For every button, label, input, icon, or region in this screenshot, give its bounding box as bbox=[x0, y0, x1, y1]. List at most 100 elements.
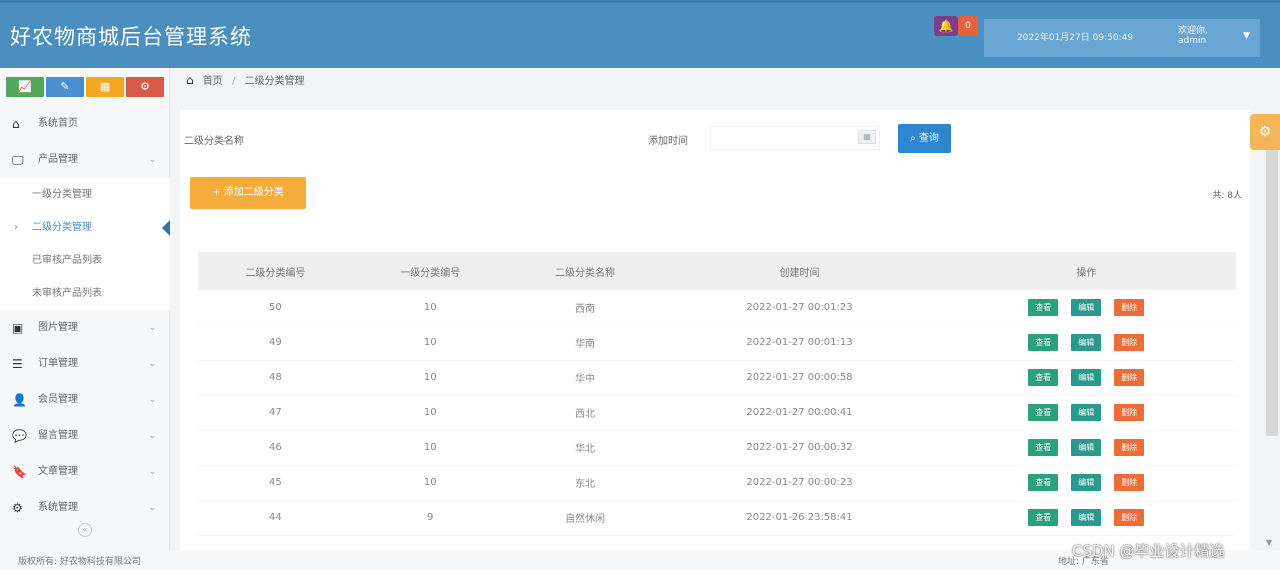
sidebar-subitem-approved[interactable]: 已审核产品列表 bbox=[0, 244, 170, 277]
column-header: 二级分类编号 bbox=[198, 252, 353, 290]
delete-button[interactable]: 删除 bbox=[1114, 439, 1145, 456]
table-header-row: 二级分类编号 一级分类编号 二级分类名称 创建时间 操作 bbox=[198, 252, 1236, 290]
table-row: 49 10 华南 2022-01-27 00:01:13 查看 编辑 删除 bbox=[198, 325, 1236, 361]
bell-icon[interactable]: 🔔 bbox=[934, 16, 958, 36]
view-button[interactable]: 查看 bbox=[1028, 439, 1059, 456]
table-row: 46 10 华北 2022-01-27 00:00:32 查看 编辑 删除 bbox=[198, 430, 1236, 466]
sidebar-item-articles[interactable]: 🔖 文章管理 ⌄ bbox=[0, 454, 170, 490]
view-button[interactable]: 查看 bbox=[1028, 369, 1059, 386]
view-button[interactable]: 查看 bbox=[1028, 474, 1059, 491]
delete-button[interactable]: 删除 bbox=[1114, 298, 1145, 316]
sidebar-item-label: 系统管理 bbox=[38, 502, 78, 513]
sidebar-item-orders[interactable]: ☰ 订单管理 ⌄ bbox=[0, 346, 170, 382]
delete-button[interactable]: 删除 bbox=[1114, 369, 1145, 386]
table-cell: 2022-01-27 00:00:32 bbox=[662, 430, 937, 466]
sidebar-item-label: 未审核产品列表 bbox=[32, 288, 102, 299]
table-cell: 10 bbox=[352, 430, 508, 466]
sidebar-subitem-level2[interactable]: › 二级分类管理 bbox=[0, 211, 170, 244]
sidebar-item-label: 已审核产品列表 bbox=[32, 255, 102, 266]
pencil-icon[interactable]: ✎ bbox=[46, 77, 84, 97]
delete-button[interactable]: 删除 bbox=[1114, 404, 1145, 421]
chart-icon[interactable]: 📈 bbox=[6, 77, 44, 97]
table-cell: 10 bbox=[352, 360, 508, 396]
table-cell: 47 bbox=[198, 395, 353, 431]
chevron-down-icon: ⌄ bbox=[148, 503, 156, 513]
chevron-down-icon: ⌄ bbox=[148, 323, 156, 333]
breadcrumb-home[interactable]: 首页 bbox=[203, 76, 223, 87]
sidebar-item-members[interactable]: 👤 会员管理 ⌄ bbox=[0, 382, 170, 418]
breadcrumb-current: 二级分类管理 bbox=[244, 76, 305, 87]
table-row: 45 10 东北 2022-01-27 00:00:23 查看 编辑 删除 bbox=[198, 465, 1236, 501]
shortcut-bar: 📈 ✎ ▦ ⚙ bbox=[6, 77, 166, 97]
calendar-icon[interactable]: ▦ bbox=[858, 130, 876, 144]
table-row: 47 10 西北 2022-01-27 00:00:41 查看 编辑 删除 bbox=[198, 395, 1236, 431]
sidebar-item-products[interactable]: 🖵 产品管理 ⌄ bbox=[0, 142, 170, 178]
add-category-button[interactable]: + 添加二级分类 bbox=[190, 177, 306, 209]
scroll-down-icon[interactable]: ▼ bbox=[1266, 538, 1272, 547]
edit-button[interactable]: 编辑 bbox=[1071, 509, 1102, 526]
table-cell: 9 bbox=[352, 500, 508, 536]
sidebar-item-pictures[interactable]: ▣ 图片管理 ⌄ bbox=[0, 310, 170, 346]
notification-badge[interactable]: 0 bbox=[958, 16, 978, 36]
sidebar-subitem-level1[interactable]: 一级分类管理 bbox=[0, 178, 170, 211]
table-cell: 2022-01-27 00:01:13 bbox=[662, 325, 937, 361]
category-name-input[interactable] bbox=[260, 126, 700, 150]
table-cell: 华南 bbox=[507, 325, 663, 361]
table-cell: 2022-01-27 00:00:23 bbox=[662, 465, 937, 501]
sidebar-item-home[interactable]: ⌂ 系统首页 bbox=[0, 106, 170, 142]
table-cell: 45 bbox=[198, 465, 353, 501]
table-cell: 46 bbox=[198, 430, 353, 466]
table-cell: 10 bbox=[352, 465, 508, 501]
bookmark-icon: 🔖 bbox=[12, 465, 27, 479]
table-cell: 东北 bbox=[507, 465, 663, 501]
actions-cell: 查看 编辑 删除 bbox=[936, 290, 1236, 326]
picture-icon: ▣ bbox=[12, 321, 24, 335]
edit-button[interactable]: 编辑 bbox=[1071, 439, 1102, 456]
search-button[interactable]: ⌕ 查询 bbox=[898, 124, 951, 153]
delete-button[interactable]: 删除 bbox=[1114, 509, 1145, 526]
view-button[interactable]: 查看 bbox=[1028, 509, 1059, 526]
collapse-sidebar-button[interactable]: « bbox=[78, 523, 92, 537]
view-button[interactable]: 查看 bbox=[1028, 334, 1059, 351]
edit-button[interactable]: 编辑 bbox=[1071, 404, 1102, 421]
scrollbar[interactable] bbox=[1266, 150, 1278, 436]
sidebar-item-label: 订单管理 bbox=[38, 358, 78, 369]
settings-gear-icon[interactable]: ⚙ bbox=[1250, 114, 1280, 150]
edit-button[interactable]: 编辑 bbox=[1071, 334, 1102, 351]
actions-cell: 查看 编辑 删除 bbox=[936, 360, 1236, 396]
table-cell: 2022-01-27 00:00:41 bbox=[662, 395, 937, 431]
sidebar-item-label: 产品管理 bbox=[38, 154, 78, 165]
actions-cell: 查看 编辑 删除 bbox=[936, 325, 1236, 361]
edit-button[interactable]: 编辑 bbox=[1071, 369, 1102, 386]
sidebar-item-label: 留言管理 bbox=[38, 430, 78, 441]
sidebar-item-messages[interactable]: 💬 留言管理 ⌄ bbox=[0, 418, 170, 454]
edit-button[interactable]: 编辑 bbox=[1071, 474, 1102, 491]
actions-cell: 查看 编辑 删除 bbox=[936, 395, 1236, 431]
users-icon[interactable]: ▦ bbox=[86, 77, 124, 97]
sidebar-item-system[interactable]: ⚙ 系统管理 ⌄ bbox=[0, 490, 170, 526]
total-count: 共: 8人 bbox=[1212, 191, 1242, 201]
search-button-label: 查询 bbox=[918, 133, 939, 144]
active-dot-icon: › bbox=[14, 222, 18, 233]
breadcrumb: ⌂ 首页 / 二级分类管理 bbox=[186, 72, 305, 87]
table-cell: 10 bbox=[352, 290, 508, 326]
caret-down-icon: ▼ bbox=[1243, 31, 1250, 41]
delete-button[interactable]: 删除 bbox=[1114, 334, 1145, 351]
delete-button[interactable]: 删除 bbox=[1114, 474, 1145, 491]
view-button[interactable]: 查看 bbox=[1028, 298, 1059, 316]
user-menu[interactable]: 欢迎你, admin ▼ bbox=[1166, 19, 1260, 57]
column-header: 一级分类编号 bbox=[352, 252, 508, 290]
view-button[interactable]: 查看 bbox=[1028, 404, 1059, 421]
sidebar-item-label: 系统首页 bbox=[38, 118, 78, 129]
desktop-icon: 🖵 bbox=[12, 153, 24, 167]
actions-cell: 查看 编辑 删除 bbox=[936, 500, 1236, 536]
add-time-label: 添加时间 bbox=[648, 136, 688, 147]
edit-button[interactable]: 编辑 bbox=[1071, 298, 1102, 316]
actions-cell: 查看 编辑 删除 bbox=[936, 430, 1236, 466]
chevron-down-icon: ⌄ bbox=[148, 431, 156, 441]
sidebar-subitem-unapproved[interactable]: 未审核产品列表 bbox=[0, 277, 170, 310]
sidebar-menu: ⌂ 系统首页 🖵 产品管理 ⌄ 一级分类管理 › 二级分类管理 已审核产品列表 未审核产… bbox=[0, 106, 170, 526]
search-icon: ⌕ bbox=[910, 133, 919, 144]
cogs-icon[interactable]: ⚙ bbox=[126, 77, 164, 97]
add-time-input[interactable] bbox=[710, 126, 880, 150]
